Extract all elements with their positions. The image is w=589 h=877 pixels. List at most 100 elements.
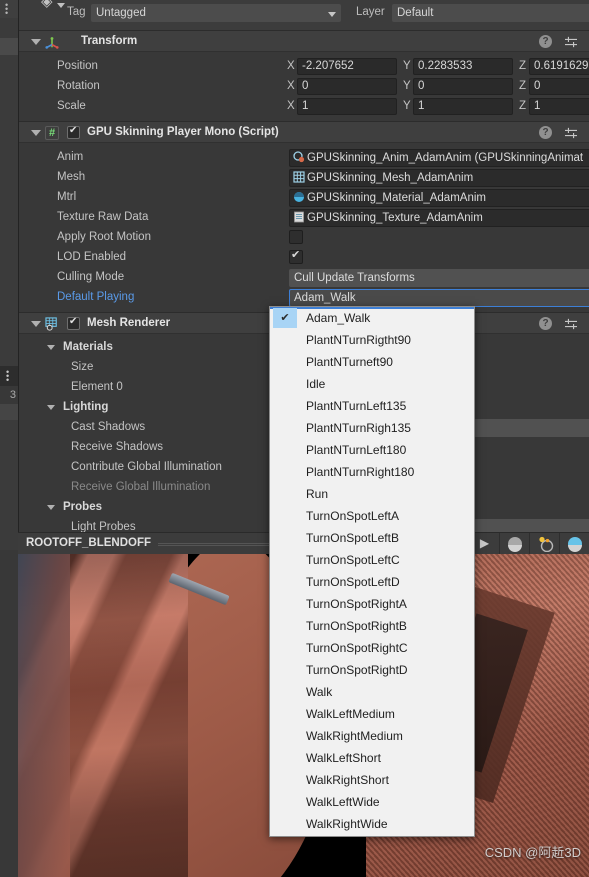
dropdown-item[interactable]: ✔ Adam_Walk: [270, 307, 474, 329]
dropdown-item[interactable]: TurnOnSpotRightC: [270, 637, 474, 659]
dropdown-item[interactable]: TurnOnSpotLeftA: [270, 505, 474, 527]
dropdown-item[interactable]: PlantNTurnRigh135: [270, 417, 474, 439]
mesh-object-field[interactable]: GPUSkinning_Mesh_AdamAnim: [289, 169, 589, 187]
dropdown-item[interactable]: PlantNTurnLeft180: [270, 439, 474, 461]
dropdown-item-label: WalkLeftShort: [306, 751, 381, 765]
default-playing-dropdown-popup[interactable]: ✔ Adam_Walk PlantNTurnRigtht90 PlantNTurnef…: [269, 306, 475, 837]
anim-object-field[interactable]: GPUSkinning_Anim_AdamAnim (GPUSkinningAn…: [289, 149, 589, 167]
foldout-triangle-icon[interactable]: [47, 405, 55, 410]
component-title: Mesh Renderer: [87, 317, 171, 329]
tag-value: Untagged: [96, 7, 146, 19]
kebab-menu-icon[interactable]: • • •: [5, 1, 8, 18]
texture-object-field[interactable]: GPUSkinning_Texture_AdamAnim: [289, 209, 589, 227]
position-x-field[interactable]: -2.207652: [297, 58, 397, 75]
component-enabled-checkbox[interactable]: [67, 125, 80, 139]
gutter-selected-row[interactable]: [0, 38, 18, 55]
dropdown-item[interactable]: TurnOnSpotRightA: [270, 593, 474, 615]
dropdown-item-label: TurnOnSpotRightC: [306, 641, 408, 655]
dropdown-item[interactable]: WalkLeftShort: [270, 747, 474, 769]
dropdown-item-label: TurnOnSpotRightD: [306, 663, 408, 677]
property-label: Mtrl: [57, 191, 77, 203]
shaded-sphere-button[interactable]: [499, 533, 529, 555]
gutter-row-highlight[interactable]: [0, 404, 18, 420]
culling-mode-dropdown[interactable]: Cull Update Transforms: [289, 269, 589, 287]
adjacent-panel-gutter: • • • • • • 3: [0, 0, 18, 550]
gutter-badge-number: 3: [0, 386, 18, 404]
dropdown-item[interactable]: PlantNTurnLeft135: [270, 395, 474, 417]
property-label: Size: [71, 361, 94, 373]
default-playing-dropdown[interactable]: Adam_Walk: [289, 289, 589, 307]
rotation-y-field[interactable]: 0: [413, 78, 513, 95]
dropdown-item[interactable]: WalkRightWide: [270, 813, 474, 835]
dropdown-item[interactable]: PlantNTurneft90: [270, 351, 474, 373]
mesh-renderer-icon: [45, 317, 57, 331]
material-object-field[interactable]: GPUSkinning_Material_AdamAnim: [289, 189, 589, 207]
dropdown-item-label: TurnOnSpotLeftB: [306, 531, 399, 545]
sphere-blue-button[interactable]: [559, 533, 589, 555]
component-header-transform[interactable]: Transform ?: [19, 30, 589, 52]
dropdown-item[interactable]: Run: [270, 483, 474, 505]
dropdown-item-label: Adam_Walk: [306, 311, 371, 325]
preset-settings-icon[interactable]: [564, 127, 578, 139]
lighting-toggle-button[interactable]: [529, 533, 559, 555]
gpu-row-texture-raw-data: Texture Raw Data GPUSkinning_Texture_Ada…: [19, 208, 589, 228]
chevron-down-icon[interactable]: [57, 3, 65, 8]
gpu-row-anim: Anim GPUSkinning_Anim_AdamAnim (GPUSkinn…: [19, 148, 589, 168]
dropdown-item[interactable]: TurnOnSpotRightD: [270, 659, 474, 681]
dropdown-item[interactable]: Idle: [270, 373, 474, 395]
lighting-icon: [539, 536, 554, 552]
watermark-text: CSDN @阿赾3D: [484, 845, 581, 860]
dropdown-item[interactable]: TurnOnSpotLeftB: [270, 527, 474, 549]
transform-row-scale: Scale X 1 Y 1 Z 1: [19, 97, 589, 117]
kebab-menu-icon-2[interactable]: • • •: [6, 368, 9, 385]
component-enabled-checkbox[interactable]: [67, 316, 80, 330]
tag-dropdown[interactable]: Untagged: [91, 4, 341, 22]
axis-label-z: Z: [519, 80, 527, 92]
gpu-row-culling-mode: Culling Mode Cull Update Transforms: [19, 268, 589, 288]
axis-label-z: Z: [519, 60, 527, 72]
component-header-gpu-skinning[interactable]: # GPU Skinning Player Mono (Script) ?: [19, 121, 589, 143]
dropdown-item[interactable]: Walk: [270, 681, 474, 703]
help-icon[interactable]: ?: [539, 126, 552, 139]
dropdown-item-list: ✔ Adam_Walk PlantNTurnRigtht90 PlantNTurnef…: [270, 307, 474, 835]
dropdown-item[interactable]: WalkLeftWide: [270, 791, 474, 813]
transform-row-position: Position X -2.207652 Y 0.2283533 Z 0.619…: [19, 57, 589, 77]
foldout-triangle-icon[interactable]: [31, 39, 41, 45]
axis-label-y: Y: [403, 60, 411, 72]
dropdown-item-label: Run: [306, 487, 329, 501]
layer-dropdown[interactable]: Default: [392, 4, 589, 22]
anim-value: GPUSkinning_Anim_AdamAnim (GPUSkinningAn…: [307, 152, 584, 164]
rotation-z-field[interactable]: 0: [529, 78, 589, 95]
help-icon[interactable]: ?: [539, 35, 552, 48]
dropdown-item[interactable]: WalkLeftMedium: [270, 703, 474, 725]
dropdown-item[interactable]: PlantNTurnRigtht90: [270, 329, 474, 351]
dropdown-item[interactable]: WalkRightShort: [270, 769, 474, 791]
preset-settings-icon[interactable]: [564, 318, 578, 330]
preset-settings-icon[interactable]: [564, 36, 578, 48]
foldout-triangle-icon[interactable]: [31, 321, 41, 327]
rotation-x-field[interactable]: 0: [297, 78, 397, 95]
property-label: LOD Enabled: [57, 251, 127, 263]
scale-x-field[interactable]: 1: [297, 98, 397, 115]
apply-root-motion-checkbox[interactable]: [289, 230, 303, 244]
dropdown-item[interactable]: TurnOnSpotLeftD: [270, 571, 474, 593]
help-icon[interactable]: ?: [539, 317, 552, 330]
scale-z-field[interactable]: 1: [529, 98, 589, 115]
scale-y-field[interactable]: 1: [413, 98, 513, 115]
foldout-triangle-icon[interactable]: [47, 345, 55, 350]
gutter-tab-top[interactable]: • • •: [0, 0, 18, 18]
foldout-triangle-icon[interactable]: [31, 130, 41, 136]
dropdown-item[interactable]: TurnOnSpotRightB: [270, 615, 474, 637]
mesh-asset-icon: [293, 171, 305, 183]
gpu-row-apply-root-motion: Apply Root Motion: [19, 228, 589, 248]
dropdown-item[interactable]: PlantNTurnRight180: [270, 461, 474, 483]
dropdown-item-label: WalkRightWide: [306, 817, 388, 831]
dropdown-item-label: TurnOnSpotLeftD: [306, 575, 400, 589]
position-z-field[interactable]: 0.6191629: [529, 58, 589, 75]
lod-enabled-checkbox[interactable]: [289, 248, 303, 264]
position-y-field[interactable]: 0.2283533: [413, 58, 513, 75]
dropdown-item[interactable]: TurnOnSpotLeftC: [270, 549, 474, 571]
foldout-triangle-icon[interactable]: [47, 505, 55, 510]
dropdown-item[interactable]: WalkRightMedium: [270, 725, 474, 747]
layer-label: Layer: [356, 6, 385, 18]
